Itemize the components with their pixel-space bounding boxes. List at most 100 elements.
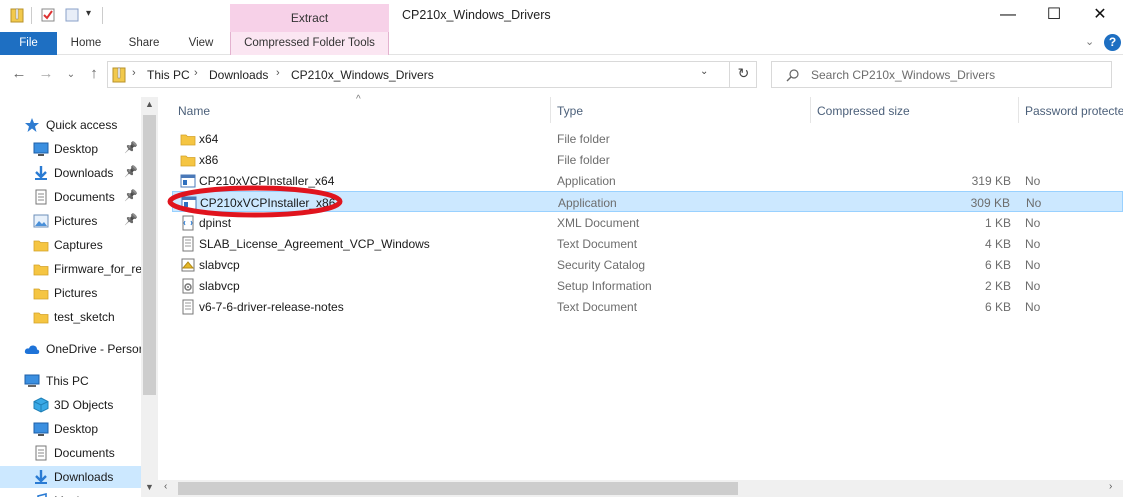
- sidebar-item-this-pc[interactable]: This PC: [0, 370, 142, 392]
- file-row[interactable]: v6-7-6-driver-release-notes Text Document…: [172, 296, 1123, 317]
- sidebar-item-desktop[interactable]: Desktop 📌: [0, 138, 142, 160]
- file-row[interactable]: slabvcp Setup Information 2 KB No: [172, 275, 1123, 296]
- sidebar-item-captures[interactable]: Captures: [0, 234, 142, 256]
- help-icon[interactable]: ?: [1104, 34, 1121, 51]
- file-size: 309 KB: [970, 196, 1010, 210]
- sidebar-item-desktop[interactable]: Desktop: [0, 418, 142, 440]
- nav-scroll-thumb[interactable]: [143, 115, 156, 395]
- sidebar-item-music[interactable]: Music: [0, 490, 142, 497]
- xml-icon: [180, 215, 195, 231]
- column-divider[interactable]: [810, 97, 811, 123]
- file-row[interactable]: x64 File folder: [172, 128, 1123, 149]
- address-dropdown-icon[interactable]: ⌄: [700, 66, 708, 77]
- sidebar-item-documents[interactable]: Documents: [0, 442, 142, 464]
- horizontal-scroll-thumb[interactable]: [178, 482, 738, 495]
- column-header-password-protected[interactable]: Password protecte: [1025, 104, 1123, 118]
- scroll-down-icon[interactable]: ▼: [145, 482, 154, 492]
- column-header-name[interactable]: Name: [178, 104, 210, 118]
- text-file-icon: [180, 236, 195, 252]
- column-divider[interactable]: [550, 97, 551, 123]
- app-icon: [181, 195, 197, 210]
- search-input[interactable]: Search CP210x_Windows_Drivers: [771, 61, 1112, 88]
- file-type: File folder: [557, 132, 610, 146]
- file-password-protected: No: [1025, 279, 1041, 293]
- breadcrumb-this-pc[interactable]: This PC: [147, 68, 190, 82]
- new-folder-icon[interactable]: [64, 7, 80, 23]
- scroll-left-icon[interactable]: ‹: [164, 481, 167, 492]
- file-row[interactable]: CP210xVCPInstaller_x64 Application 319 KB N…: [172, 170, 1123, 191]
- breadcrumb-separator: ›: [132, 67, 136, 79]
- file-row[interactable]: dpinst XML Document 1 KB No: [172, 212, 1123, 233]
- zip-folder-icon: [10, 8, 24, 23]
- ribbon-expand-icon[interactable]: ⌄: [1085, 35, 1094, 48]
- column-divider[interactable]: [1018, 97, 1019, 123]
- close-button[interactable]: ✕: [1077, 0, 1123, 32]
- file-row[interactable]: CP210xVCPInstaller_x86 Application 309 KB N…: [172, 191, 1123, 212]
- file-row[interactable]: SLAB_License_Agreement_VCP_Windows Text D…: [172, 233, 1123, 254]
- sidebar-item-label: Downloads: [54, 166, 114, 180]
- sidebar-item-firmware-for-re[interactable]: Firmware_for_re: [0, 258, 142, 280]
- zip-folder-icon: [112, 67, 126, 83]
- column-header-type[interactable]: Type: [557, 104, 583, 118]
- file-size: 2 KB: [984, 279, 1011, 293]
- file-type: Application: [557, 174, 616, 188]
- sidebar-item-pictures[interactable]: Pictures: [0, 282, 142, 304]
- forward-arrow-icon[interactable]: →: [36, 65, 56, 82]
- column-header-compressed-size[interactable]: Compressed size: [817, 104, 910, 118]
- address-bar[interactable]: › This PC › Downloads › CP210x_Windows_D…: [107, 61, 757, 88]
- tab-compressed-folder-tools[interactable]: Compressed Folder Tools: [230, 32, 389, 55]
- folder-icon: [33, 261, 49, 277]
- pin-icon: 📌: [124, 214, 138, 226]
- documents-icon: [33, 445, 49, 461]
- sidebar-item-label: Documents: [54, 190, 115, 204]
- tab-file[interactable]: File: [0, 32, 57, 55]
- sidebar-item-downloads[interactable]: Downloads 📌: [0, 162, 142, 184]
- tab-view[interactable]: View: [176, 32, 226, 55]
- sidebar-item-downloads[interactable]: Downloads: [0, 466, 142, 488]
- file-size: 6 KB: [984, 258, 1011, 272]
- sidebar-item-onedrive-persor[interactable]: OneDrive - Persor: [0, 338, 142, 360]
- sidebar-item-test-sketch[interactable]: test_sketch: [0, 306, 142, 328]
- properties-icon[interactable]: [40, 7, 56, 23]
- sidebar-item-pictures[interactable]: Pictures 📌: [0, 210, 142, 232]
- file-type: Setup Information: [557, 279, 652, 293]
- file-type: File folder: [557, 153, 610, 167]
- breadcrumb-separator: ›: [194, 67, 198, 79]
- back-arrow-icon[interactable]: ←: [9, 65, 29, 82]
- nav-scrollbar[interactable]: ▲ ▼: [141, 97, 158, 497]
- catalog-icon: [180, 257, 195, 272]
- file-name: slabvcp: [199, 258, 240, 272]
- sidebar-item-label: Desktop: [54, 422, 99, 436]
- sort-ascending-icon: ^: [356, 94, 361, 105]
- pictures-icon: [33, 213, 49, 229]
- minimize-button[interactable]: —: [985, 0, 1031, 32]
- search-icon: [786, 69, 799, 82]
- sidebar-item-quick-access[interactable]: Quick access: [0, 114, 142, 136]
- scroll-right-icon[interactable]: ›: [1109, 481, 1112, 492]
- qa-dropdown-icon[interactable]: ▾: [86, 8, 91, 19]
- recent-locations-icon[interactable]: ⌄: [61, 69, 81, 80]
- maximize-button[interactable]: ☐: [1031, 0, 1077, 32]
- file-name: CP210xVCPInstaller_x64: [199, 174, 335, 188]
- breadcrumb-downloads[interactable]: Downloads: [209, 68, 268, 82]
- sidebar-item-documents[interactable]: Documents 📌: [0, 186, 142, 208]
- file-size: 4 KB: [984, 237, 1011, 251]
- sidebar-item-label: Firmware_for_re: [54, 262, 142, 276]
- file-name: v6-7-6-driver-release-notes: [199, 300, 344, 314]
- refresh-icon[interactable]: ↻: [729, 61, 757, 88]
- file-type: XML Document: [557, 216, 640, 230]
- tab-home[interactable]: Home: [60, 32, 112, 55]
- sidebar-item-3d-objects[interactable]: 3D Objects: [0, 394, 142, 416]
- file-password-protected: No: [1025, 258, 1041, 272]
- horizontal-scrollbar[interactable]: ‹ ›: [158, 480, 1123, 497]
- window-title: CP210x_Windows_Drivers: [402, 8, 551, 22]
- scroll-up-icon[interactable]: ▲: [145, 99, 154, 109]
- sidebar-item-label: Pictures: [54, 286, 98, 300]
- tab-share[interactable]: Share: [118, 32, 170, 55]
- file-row[interactable]: slabvcp Security Catalog 6 KB No: [172, 254, 1123, 275]
- sidebar-item-label: Downloads: [54, 470, 114, 484]
- file-row[interactable]: x86 File folder: [172, 149, 1123, 170]
- up-arrow-icon[interactable]: ↑: [84, 65, 104, 82]
- download-icon: [33, 469, 49, 485]
- breadcrumb-current-folder[interactable]: CP210x_Windows_Drivers: [291, 68, 434, 82]
